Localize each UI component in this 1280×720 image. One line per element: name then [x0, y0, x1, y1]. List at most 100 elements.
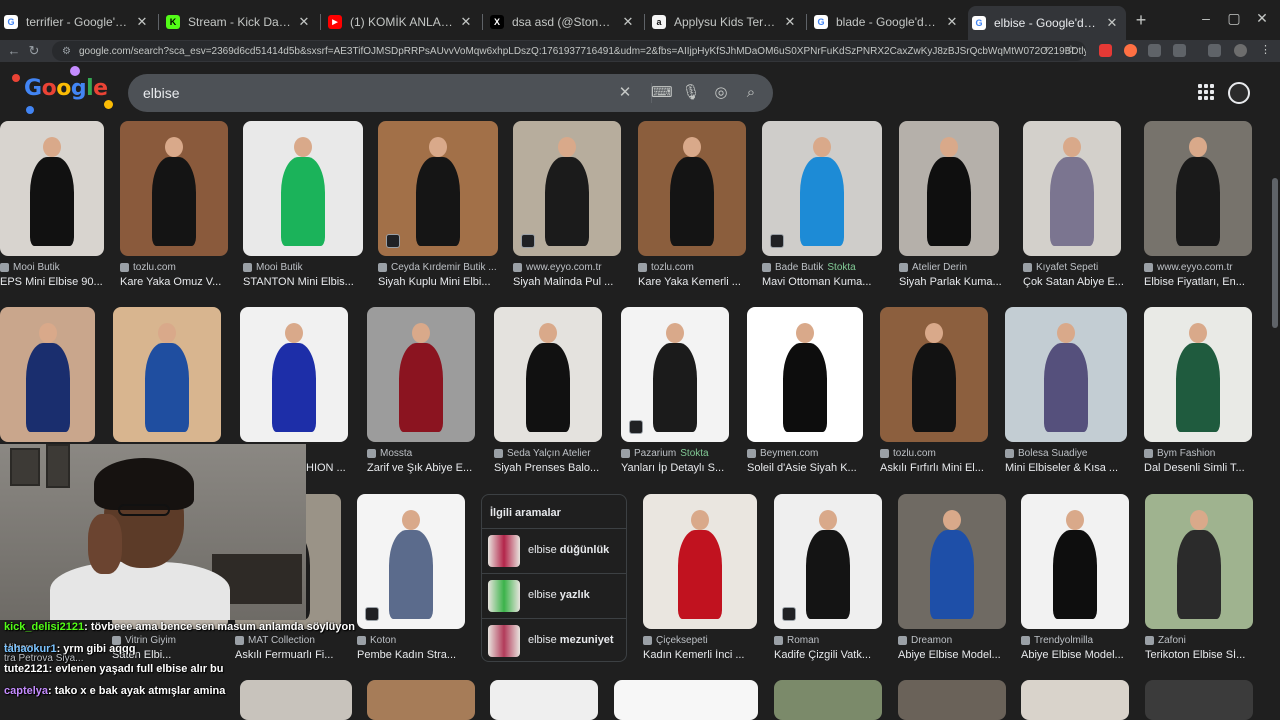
result-thumbnail[interactable] — [120, 121, 228, 256]
result-source[interactable]: Kıyafet Sepeti — [1023, 262, 1133, 273]
result-thumbnail[interactable] — [0, 307, 95, 442]
search-icon[interactable]: ⌕ — [741, 83, 761, 103]
zoom-icon[interactable]: ⌕ — [1044, 43, 1050, 56]
result-thumbnail[interactable] — [367, 680, 475, 720]
result-thumbnail[interactable] — [762, 121, 882, 256]
media-icon[interactable] — [1208, 44, 1221, 57]
address-bar[interactable]: ⚙ google.com/search?sca_esv=2369d6cd5141… — [52, 41, 1086, 61]
result-thumbnail[interactable] — [1144, 121, 1252, 256]
image-result[interactable]: Mooi Butik EPS Mini Elbise 90... — [0, 121, 104, 291]
result-title[interactable]: Kare Yaka Omuz V... — [120, 276, 228, 288]
image-result[interactable]: tozlu.com Kare Yaka Omuz V... — [120, 121, 228, 291]
result-title[interactable]: Soleil d'Asie Siyah K... — [747, 462, 863, 474]
result-title[interactable]: Siyah Kuplu Mini Elbi... — [378, 276, 498, 288]
tab-amazon[interactable]: a Applysu Kids Terrifier Costume ✕ — [648, 8, 804, 36]
result-title[interactable]: Askılı Fırfırlı Mini El... — [880, 462, 988, 474]
result-thumbnail[interactable] — [1005, 307, 1127, 442]
result-title[interactable]: EPS Mini Elbise 90... — [0, 276, 104, 288]
image-result[interactable]: Mooi Butik STANTON Mini Elbis... — [243, 121, 363, 291]
result-thumbnail[interactable] — [1021, 494, 1129, 629]
extension-icon[interactable] — [1148, 44, 1161, 57]
image-result[interactable] — [490, 680, 598, 720]
result-source[interactable]: Pazarium Stokta — [621, 448, 729, 459]
result-source[interactable]: Atelier Derin — [899, 262, 1009, 273]
minimize-icon[interactable]: – — [1196, 10, 1216, 26]
image-result[interactable]: Zafoni Terikoton Elbise Sİ... — [1145, 494, 1253, 664]
result-thumbnail[interactable] — [747, 307, 863, 442]
image-result[interactable]: Atelier Derin Siyah Parlak Kuma... — [899, 121, 1002, 291]
result-title[interactable]: Mini Elbiseler & Kısa ... — [1005, 462, 1127, 474]
image-result[interactable]: Beymen.com Soleil d'Asie Siyah K... — [747, 307, 863, 477]
result-thumbnail[interactable] — [357, 494, 465, 629]
result-title[interactable]: Yanları İp Detaylı S... — [621, 462, 729, 474]
result-thumbnail[interactable] — [621, 307, 729, 442]
result-source[interactable]: Zafoni — [1145, 635, 1253, 646]
result-source[interactable]: Roman — [774, 635, 882, 646]
result-thumbnail[interactable] — [643, 494, 757, 629]
result-source[interactable]: Çiçeksepeti — [643, 635, 757, 646]
reload-icon[interactable]: ↻ — [24, 41, 44, 61]
image-result[interactable]: www.eyyo.com.tr Elbise Fiyatları, En... — [1144, 121, 1252, 291]
result-thumbnail[interactable] — [378, 121, 498, 256]
extensions-puzzle-icon[interactable] — [1173, 44, 1186, 57]
result-source[interactable]: Bade Butik Stokta — [762, 262, 882, 273]
result-title[interactable]: HION ... — [306, 462, 348, 474]
result-source[interactable]: Mooi Butik — [0, 262, 104, 273]
result-source[interactable]: www.eyyo.com.tr — [513, 262, 621, 273]
extension-icon[interactable] — [1124, 44, 1137, 57]
result-thumbnail[interactable] — [898, 494, 1006, 629]
extension-icon[interactable] — [1099, 44, 1112, 57]
related-search-label[interactable]: elbise mezuniyet — [528, 634, 614, 646]
image-result[interactable]: Bade Butik Stokta Mavi Ottoman Kuma... — [762, 121, 882, 291]
result-thumbnail[interactable] — [240, 307, 348, 442]
result-thumbnail[interactable] — [898, 680, 1006, 720]
result-title[interactable]: Kadife Çizgili Vatk... — [774, 649, 882, 661]
result-thumbnail[interactable] — [1144, 307, 1252, 442]
search-input[interactable]: elbise — [143, 85, 180, 101]
image-result[interactable]: Bym Fashion Dal Desenli Simli T... — [1144, 307, 1252, 477]
window-close-icon[interactable]: ✕ — [1252, 10, 1272, 27]
microphone-icon[interactable]: 🎙 — [681, 83, 701, 103]
result-source[interactable]: tozlu.com — [638, 262, 746, 273]
search-box[interactable]: elbise ✕ ⌨ 🎙 ◎ ⌕ — [128, 74, 773, 112]
result-thumbnail[interactable] — [880, 307, 988, 442]
close-icon[interactable]: ✕ — [134, 14, 150, 30]
result-title[interactable]: Siyah Malinda Pul ... — [513, 276, 621, 288]
result-thumbnail[interactable] — [774, 494, 882, 629]
result-source[interactable]: Mossta — [367, 448, 475, 459]
tab-x-profile[interactable]: X dsa asd (@Stonecoldcuyuz) / X ✕ — [486, 8, 642, 36]
maximize-icon[interactable]: ▢ — [1224, 10, 1244, 27]
close-icon[interactable]: ✕ — [944, 14, 960, 30]
related-search-item[interactable]: elbise düğünlük — [482, 528, 626, 572]
close-icon[interactable]: ✕ — [620, 14, 636, 30]
image-result[interactable] — [1145, 680, 1253, 720]
close-icon[interactable]: ✕ — [1104, 15, 1120, 31]
result-thumbnail[interactable] — [113, 307, 221, 442]
image-result[interactable]: Mossta Zarif ve Şık Abiye E... — [367, 307, 475, 477]
result-title[interactable]: Kare Yaka Kemerli ... — [638, 276, 746, 288]
result-title[interactable]: Çok Satan Abiye E... — [1023, 276, 1133, 288]
apps-grid-icon[interactable] — [1198, 84, 1214, 100]
related-search-label[interactable]: elbise yazlık — [528, 589, 590, 601]
related-search-item[interactable]: elbise yazlık — [482, 573, 626, 617]
result-thumbnail[interactable] — [614, 680, 758, 720]
bookmark-star-icon[interactable]: ☆ — [1066, 43, 1076, 56]
result-title[interactable]: Mavi Ottoman Kuma... — [762, 276, 882, 288]
image-result[interactable] — [1021, 680, 1129, 720]
image-result[interactable] — [367, 680, 475, 720]
result-source[interactable]: tozlu.com — [880, 448, 988, 459]
result-title[interactable]: Abiye Elbise Model... — [898, 649, 1006, 661]
related-search-item[interactable]: elbise mezuniyet — [482, 618, 626, 662]
tab-elbise-active[interactable]: G elbise - Google'da Ara ✕ — [968, 6, 1126, 40]
result-source[interactable]: Seda Yalçın Atelier — [494, 448, 602, 459]
image-result[interactable]: Dreamon Abiye Elbise Model... — [898, 494, 1006, 664]
result-thumbnail[interactable] — [243, 121, 363, 256]
result-thumbnail[interactable] — [513, 121, 621, 256]
result-thumbnail[interactable] — [367, 307, 475, 442]
url-text[interactable]: google.com/search?sca_esv=2369d6cd51414d… — [79, 46, 1086, 57]
tab-kick-dashboard[interactable]: K Stream - Kick Dashboard ✕ — [162, 8, 318, 36]
result-source[interactable]: Trendyolmilla — [1021, 635, 1129, 646]
result-thumbnail[interactable] — [899, 121, 999, 256]
tab-blade[interactable]: G blade - Google'da Ara ✕ — [810, 8, 966, 36]
close-icon[interactable]: ✕ — [782, 14, 798, 30]
